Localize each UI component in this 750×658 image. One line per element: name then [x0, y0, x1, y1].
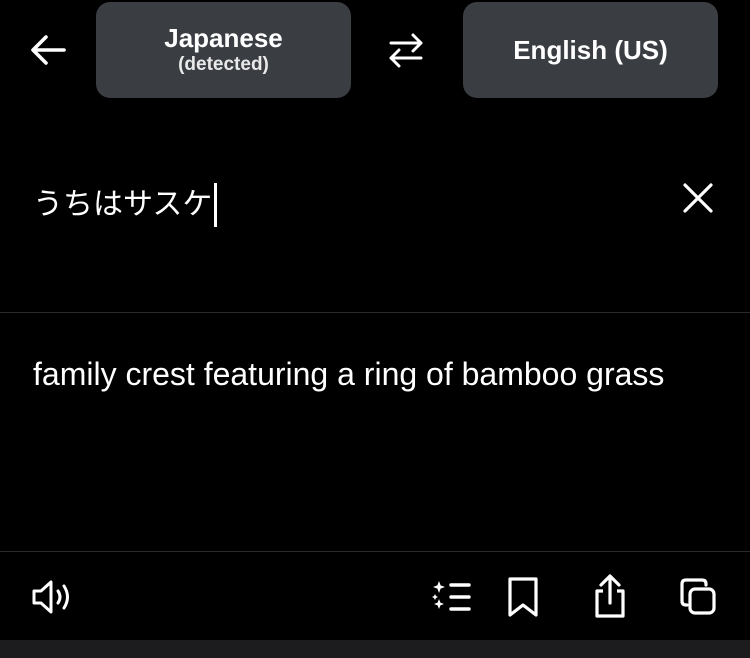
- source-text-input[interactable]: うちはサスケ: [33, 182, 218, 228]
- swap-arrows-icon: [389, 33, 423, 68]
- source-language-button[interactable]: Japanese (detected): [96, 2, 351, 98]
- back-button[interactable]: [22, 24, 74, 76]
- swap-languages-button[interactable]: [380, 26, 432, 74]
- detected-note: (detected): [178, 54, 269, 75]
- arrow-left-icon: [31, 35, 66, 65]
- toolbar-divider: [0, 551, 750, 552]
- phrase-list-icon: [432, 581, 471, 611]
- clear-button[interactable]: [676, 176, 720, 220]
- speaker-icon: [32, 580, 69, 614]
- speak-button[interactable]: [26, 574, 78, 620]
- bookmark-icon: [508, 577, 538, 617]
- copy-icon: [680, 578, 716, 615]
- target-language-label: English (US): [513, 35, 668, 65]
- section-divider: [0, 312, 750, 313]
- bottom-bar: [0, 640, 750, 658]
- translation-text: family crest featuring a ring of bamboo …: [33, 356, 665, 392]
- close-icon: [683, 183, 713, 213]
- source-text: うちはサスケ: [33, 187, 213, 222]
- phrase-list-button[interactable]: [426, 574, 476, 620]
- source-language-label: Japanese: [164, 23, 283, 53]
- share-icon: [595, 574, 625, 618]
- bookmark-button[interactable]: [500, 572, 546, 622]
- copy-button[interactable]: [674, 574, 722, 620]
- target-language-button[interactable]: English (US): [463, 2, 718, 98]
- share-button[interactable]: [586, 570, 634, 622]
- text-caret: [214, 183, 218, 227]
